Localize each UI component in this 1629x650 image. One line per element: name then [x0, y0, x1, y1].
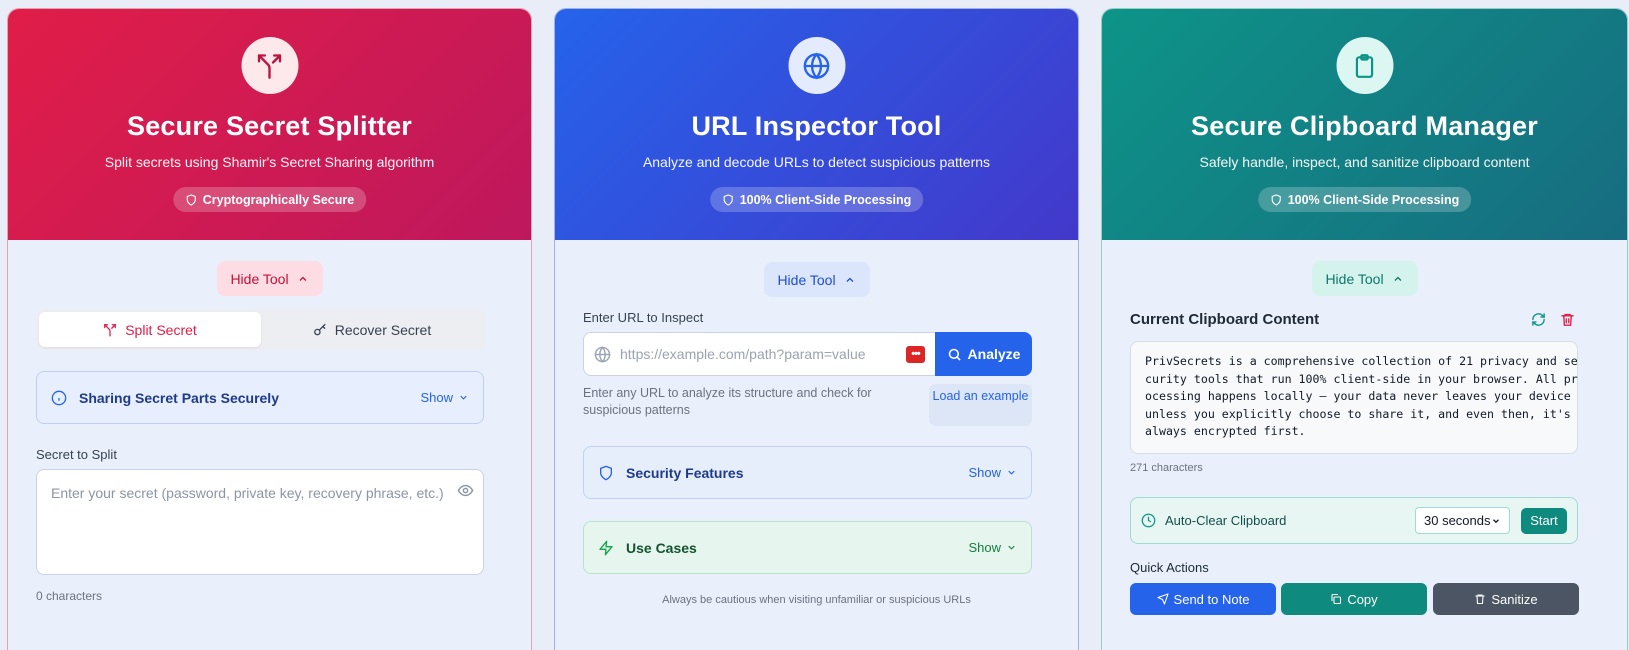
split-icon	[104, 323, 117, 336]
shield-icon	[1271, 193, 1281, 206]
use-cases-show-label: Show	[968, 540, 1001, 555]
splitter-header: Secure Secret Splitter Split secrets usi…	[8, 9, 531, 240]
secret-textarea[interactable]: Enter your secret (password, private key…	[36, 469, 484, 575]
send-to-note-label: Send to Note	[1173, 591, 1250, 607]
refresh-icon[interactable]	[1531, 312, 1546, 327]
hide-tool-label: Hide Tool	[777, 271, 836, 288]
auto-clear-label: Auto-Clear Clipboard	[1165, 513, 1287, 528]
search-icon	[948, 348, 961, 361]
chevron-down-icon	[460, 395, 467, 400]
url-helper-text: Enter any URL to analyze its structure a…	[583, 386, 872, 417]
auto-clear-select[interactable]: 30 seconds	[1415, 507, 1510, 534]
copy-button[interactable]: Copy	[1281, 583, 1427, 615]
security-show-label: Show	[968, 465, 1001, 480]
url-inspector-card: URL Inspector Tool Analyze and decode UR…	[554, 8, 1079, 650]
splitter-badge-label: Cryptographically Secure	[202, 192, 355, 207]
globe-icon	[788, 37, 845, 94]
inspector-header: URL Inspector Tool Analyze and decode UR…	[555, 9, 1078, 240]
key-icon	[313, 323, 326, 335]
sanitize-label: Sanitize	[1491, 591, 1538, 607]
security-features-panel[interactable]: Security Features Show	[583, 446, 1032, 499]
analyze-label: Analyze	[967, 346, 1021, 362]
use-cases-panel[interactable]: Use Cases Show	[583, 521, 1032, 574]
clipboard-icon	[1336, 37, 1393, 94]
shield-icon	[723, 193, 733, 206]
use-cases-label: Use Cases	[626, 539, 697, 556]
splitter-title: Secure Secret Splitter	[126, 111, 413, 141]
hide-tool-button[interactable]: Hide Tool	[216, 261, 323, 296]
chevron-up-icon	[299, 276, 307, 281]
tab-split-label: Split Secret	[125, 321, 197, 338]
mode-tabs: Split Secret Recover Secret	[36, 309, 486, 350]
hide-tool-button[interactable]: Hide Tool	[1311, 261, 1418, 296]
sharing-info-panel[interactable]: Sharing Secret Parts Securely Show	[36, 371, 484, 424]
url-placeholder: https://example.com/path?param=value	[620, 346, 866, 362]
copy-label: Copy	[1347, 591, 1378, 607]
clipboard-manager-card: Secure Clipboard Manager Safely handle, …	[1101, 8, 1628, 650]
clipboard-subtitle: Safely handle, inspect, and sanitize cli…	[1199, 154, 1530, 170]
analyze-button[interactable]: Analyze	[935, 332, 1032, 376]
url-label: Enter URL to Inspect	[583, 310, 704, 325]
quick-actions-label: Quick Actions	[1130, 560, 1209, 575]
inspector-title: URL Inspector Tool	[691, 111, 942, 141]
trash-icon[interactable]	[1560, 312, 1575, 327]
eye-icon[interactable]	[457, 482, 474, 499]
clipboard-char-count: 271 characters	[1130, 462, 1203, 474]
auto-clear-selected: 30 seconds	[1424, 513, 1491, 528]
inspector-badge: 100% Client-Side Processing	[709, 187, 924, 212]
secret-splitter-card: Secure Secret Splitter Split secrets usi…	[7, 8, 532, 650]
send-to-note-button[interactable]: Send to Note	[1130, 583, 1276, 615]
load-example-button[interactable]: Load an example	[929, 384, 1032, 426]
splitter-subtitle: Split secrets using Shamir's Secret Shar…	[104, 154, 435, 170]
copy-icon	[1331, 593, 1342, 605]
clipboard-badge: 100% Client-Side Processing	[1257, 187, 1472, 212]
chevron-down-icon	[1008, 470, 1015, 475]
clipboard-badge-label: 100% Client-Side Processing	[1287, 192, 1460, 207]
split-icon	[241, 37, 298, 94]
chevron-up-icon	[846, 277, 854, 282]
security-show-toggle[interactable]: Show	[968, 465, 1017, 480]
shield-icon	[186, 193, 196, 206]
secret-char-count: 0 characters	[36, 589, 103, 603]
sanitize-button[interactable]: Sanitize	[1433, 583, 1579, 615]
start-button[interactable]: Start	[1521, 507, 1567, 534]
caution-note: Always be cautious when visiting unfamil…	[662, 594, 971, 606]
chevron-up-icon	[1394, 276, 1402, 281]
clock-icon	[1141, 513, 1156, 528]
tab-split-secret[interactable]: Split Secret	[39, 312, 261, 347]
hide-tool-label: Hide Tool	[230, 270, 289, 287]
clipboard-header: Secure Clipboard Manager Safely handle, …	[1102, 9, 1627, 240]
secret-placeholder: Enter your secret (password, private key…	[51, 485, 444, 501]
clipboard-content-box[interactable]: PrivSecrets is a comprehensive collectio…	[1130, 341, 1578, 454]
globe-icon	[594, 345, 611, 363]
use-cases-show-toggle[interactable]: Show	[968, 540, 1017, 555]
inspector-badge-label: 100% Client-Side Processing	[739, 192, 912, 207]
auto-clear-panel: Auto-Clear Clipboard 30 seconds Start	[1130, 497, 1578, 544]
chevron-down-icon	[1493, 518, 1499, 523]
url-input[interactable]: https://example.com/path?param=value •••	[583, 332, 935, 376]
clipboard-content-title: Current Clipboard Content	[1130, 311, 1320, 328]
sharing-show-label: Show	[420, 390, 453, 405]
password-manager-icon[interactable]: •••	[906, 345, 925, 363]
send-icon	[1156, 593, 1169, 605]
info-icon	[51, 390, 67, 405]
sharing-info-label: Sharing Secret Parts Securely	[79, 389, 279, 406]
sharing-show-toggle[interactable]: Show	[420, 390, 469, 405]
tab-recover-label: Recover Secret	[334, 321, 432, 338]
lightning-icon	[599, 540, 613, 555]
clipboard-title: Secure Clipboard Manager	[1191, 111, 1538, 141]
security-features-label: Security Features	[626, 464, 744, 481]
splitter-badge: Cryptographically Secure	[172, 187, 367, 212]
inspector-subtitle: Analyze and decode URLs to detect suspic…	[642, 154, 991, 170]
trash-icon	[1475, 594, 1485, 605]
hide-tool-label: Hide Tool	[1325, 270, 1384, 287]
secret-label: Secret to Split	[36, 447, 117, 462]
hide-tool-button[interactable]: Hide Tool	[763, 262, 870, 297]
shield-icon	[600, 465, 612, 480]
chevron-down-icon	[1008, 545, 1015, 550]
tab-recover-secret[interactable]: Recover Secret	[261, 312, 483, 347]
